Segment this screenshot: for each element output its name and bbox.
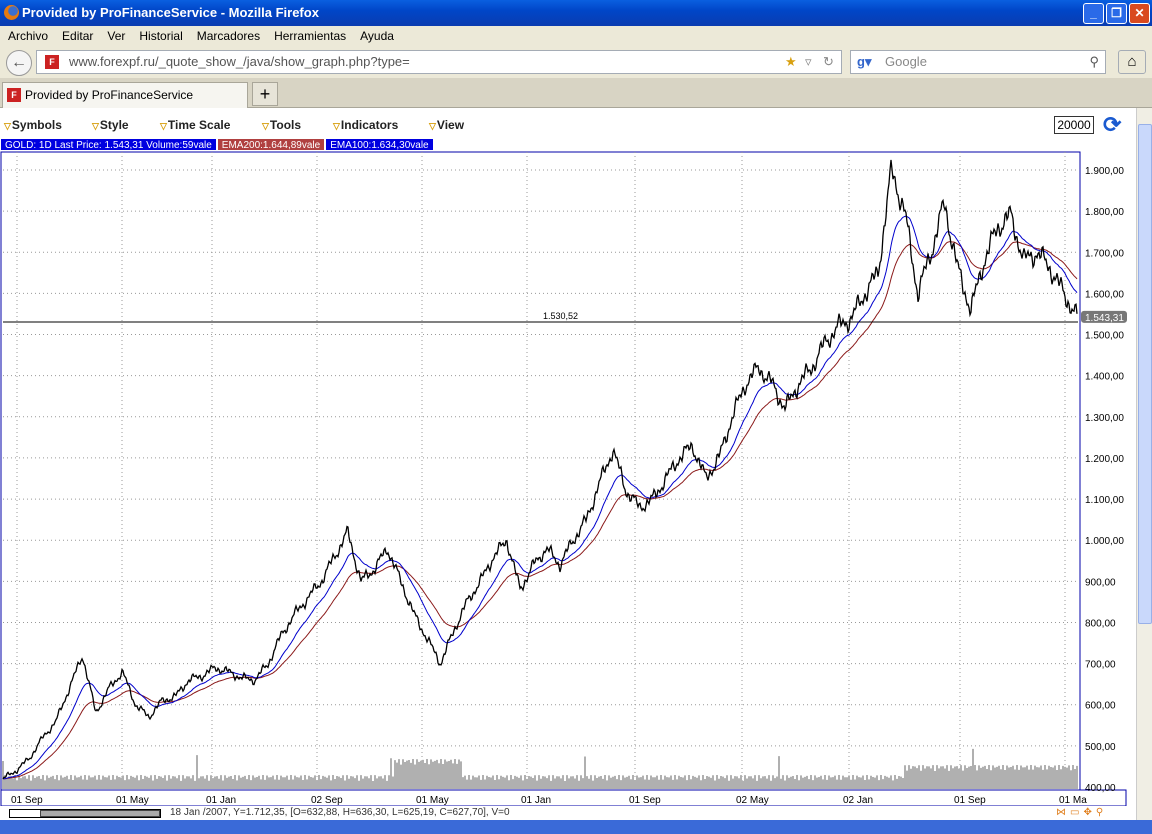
x-tick-label: 01 Ma xyxy=(1059,795,1087,806)
y-tick-label: 1.900,00 xyxy=(1085,166,1124,177)
y-tick-label: 800,00 xyxy=(1085,618,1116,629)
search-icon[interactable]: ⚲ xyxy=(1089,51,1099,73)
google-icon: g▾ xyxy=(857,54,872,69)
menu-editar[interactable]: Editar xyxy=(62,29,93,43)
menu-herramientas[interactable]: Herramientas xyxy=(274,29,346,43)
horizontal-line-label: 1.530,52 xyxy=(543,311,578,321)
menu-ayuda[interactable]: Ayuda xyxy=(360,29,394,43)
maximize-button[interactable]: ❐ xyxy=(1106,3,1127,24)
new-tab-button[interactable]: + xyxy=(252,82,278,106)
taskbar xyxy=(0,820,1152,834)
ema100-line xyxy=(2,215,1078,780)
window-title: Provided by ProFinanceService - Mozilla … xyxy=(22,5,319,20)
time-scale-menu[interactable]: Time Scale xyxy=(160,118,230,132)
x-tick-label: 01 May xyxy=(116,795,149,806)
view-menu[interactable]: View xyxy=(429,118,464,132)
y-tick-label: 500,00 xyxy=(1085,742,1116,753)
y-tick-label: 900,00 xyxy=(1085,577,1116,588)
scroller-thumb[interactable] xyxy=(40,810,160,817)
last-price-label: 1.543,31 xyxy=(1085,313,1124,324)
chart-tool-icons[interactable]: ⋈▭✥⚲ xyxy=(1056,806,1107,820)
x-tick-label: 01 Sep xyxy=(954,795,986,806)
minimize-button[interactable]: _ xyxy=(1083,3,1104,24)
y-tick-label: 400,00 xyxy=(1085,783,1116,794)
favicon-icon: F xyxy=(45,55,59,69)
url-bar[interactable]: F www.forexpf.ru/_quote_show_/java/show_… xyxy=(36,50,842,74)
scrollbar-thumb[interactable] xyxy=(1138,124,1152,624)
x-tick-label: 01 Jan xyxy=(521,795,551,806)
x-tick-label: 01 May xyxy=(416,795,449,806)
y-tick-label: 1.600,00 xyxy=(1085,289,1124,300)
symbols-menu[interactable]: Symbols xyxy=(4,118,62,132)
search-placeholder: Google xyxy=(885,54,927,69)
style-menu[interactable]: Style xyxy=(92,118,129,132)
y-tick-label: 1.700,00 xyxy=(1085,248,1124,259)
tab-label: Provided by ProFinanceService xyxy=(25,88,194,102)
tab-active[interactable]: F Provided by ProFinanceService xyxy=(2,82,248,108)
x-tick-label: 02 Jan xyxy=(843,795,873,806)
y-tick-label: 1.400,00 xyxy=(1085,372,1124,383)
firefox-icon xyxy=(4,5,19,20)
favicon-icon: F xyxy=(7,88,21,102)
menu-bar: Archivo Editar Ver Historial Marcadores Herra… xyxy=(0,26,1152,46)
menu-historial[interactable]: Historial xyxy=(139,29,182,43)
menu-archivo[interactable]: Archivo xyxy=(8,29,48,43)
home-button[interactable]: ⌂ xyxy=(1118,50,1146,74)
plot-frame xyxy=(0,151,1081,791)
refresh-icon[interactable]: ⟳ xyxy=(1103,112,1121,138)
navigation-bar: ← F www.forexpf.ru/_quote_show_/java/sho… xyxy=(0,46,1152,78)
y-tick-label: 700,00 xyxy=(1085,660,1116,671)
y-tick-label: 600,00 xyxy=(1085,701,1116,712)
x-tick-label: 02 Sep xyxy=(311,795,343,806)
reload-icon[interactable]: ↻ xyxy=(823,51,834,73)
y-tick-label: 1.800,00 xyxy=(1085,207,1124,218)
tab-bar: F Provided by ProFinanceService + xyxy=(0,78,1152,108)
y-tick-label: 1.500,00 xyxy=(1085,331,1124,342)
url-text: www.forexpf.ru/_quote_show_/java/show_gr… xyxy=(69,54,410,69)
close-button[interactable]: ✕ xyxy=(1129,3,1150,24)
price-chart[interactable]: 400,00 500,00 600,00 700,00 800,00 900,00 1.00… xyxy=(0,136,1136,806)
tools-menu[interactable]: Tools xyxy=(262,118,301,132)
status-bar: 18 Jan /2007, Y=1.712,35, [O=632,88, H=6… xyxy=(0,806,1136,820)
search-input[interactable]: g▾ Google ⚲ xyxy=(850,50,1106,74)
bookmark-star-icon[interactable]: ★ xyxy=(785,51,797,73)
dropdown-icon[interactable]: ▿ xyxy=(805,51,812,73)
horizontal-scroller[interactable] xyxy=(9,809,161,818)
y-tick-label: 1.100,00 xyxy=(1085,495,1124,506)
y-tick-label: 1.000,00 xyxy=(1085,536,1124,547)
indicators-menu[interactable]: Indicators xyxy=(333,118,398,132)
menu-ver[interactable]: Ver xyxy=(107,29,125,43)
x-tick-label: 01 Sep xyxy=(11,795,43,806)
cursor-readout: 18 Jan /2007, Y=1.712,35, [O=632,88, H=6… xyxy=(170,807,510,818)
y-tick-label: 1.200,00 xyxy=(1085,454,1124,465)
menu-marcadores[interactable]: Marcadores xyxy=(197,29,260,43)
window-titlebar: Provided by ProFinanceService - Mozilla … xyxy=(0,0,1152,26)
y-tick-label: 1.300,00 xyxy=(1085,413,1124,424)
x-tick-label: 01 Jan xyxy=(206,795,236,806)
x-tick-label: 01 Sep xyxy=(629,795,661,806)
zoom-input[interactable]: 20000 xyxy=(1054,116,1094,134)
chart-toolbar: Symbols Style Time Scale Tools Indicator… xyxy=(0,114,1136,136)
x-tick-label: 02 May xyxy=(736,795,769,806)
back-button[interactable]: ← xyxy=(6,50,32,76)
volume-bars xyxy=(2,748,1078,789)
vertical-scrollbar[interactable] xyxy=(1136,108,1152,820)
